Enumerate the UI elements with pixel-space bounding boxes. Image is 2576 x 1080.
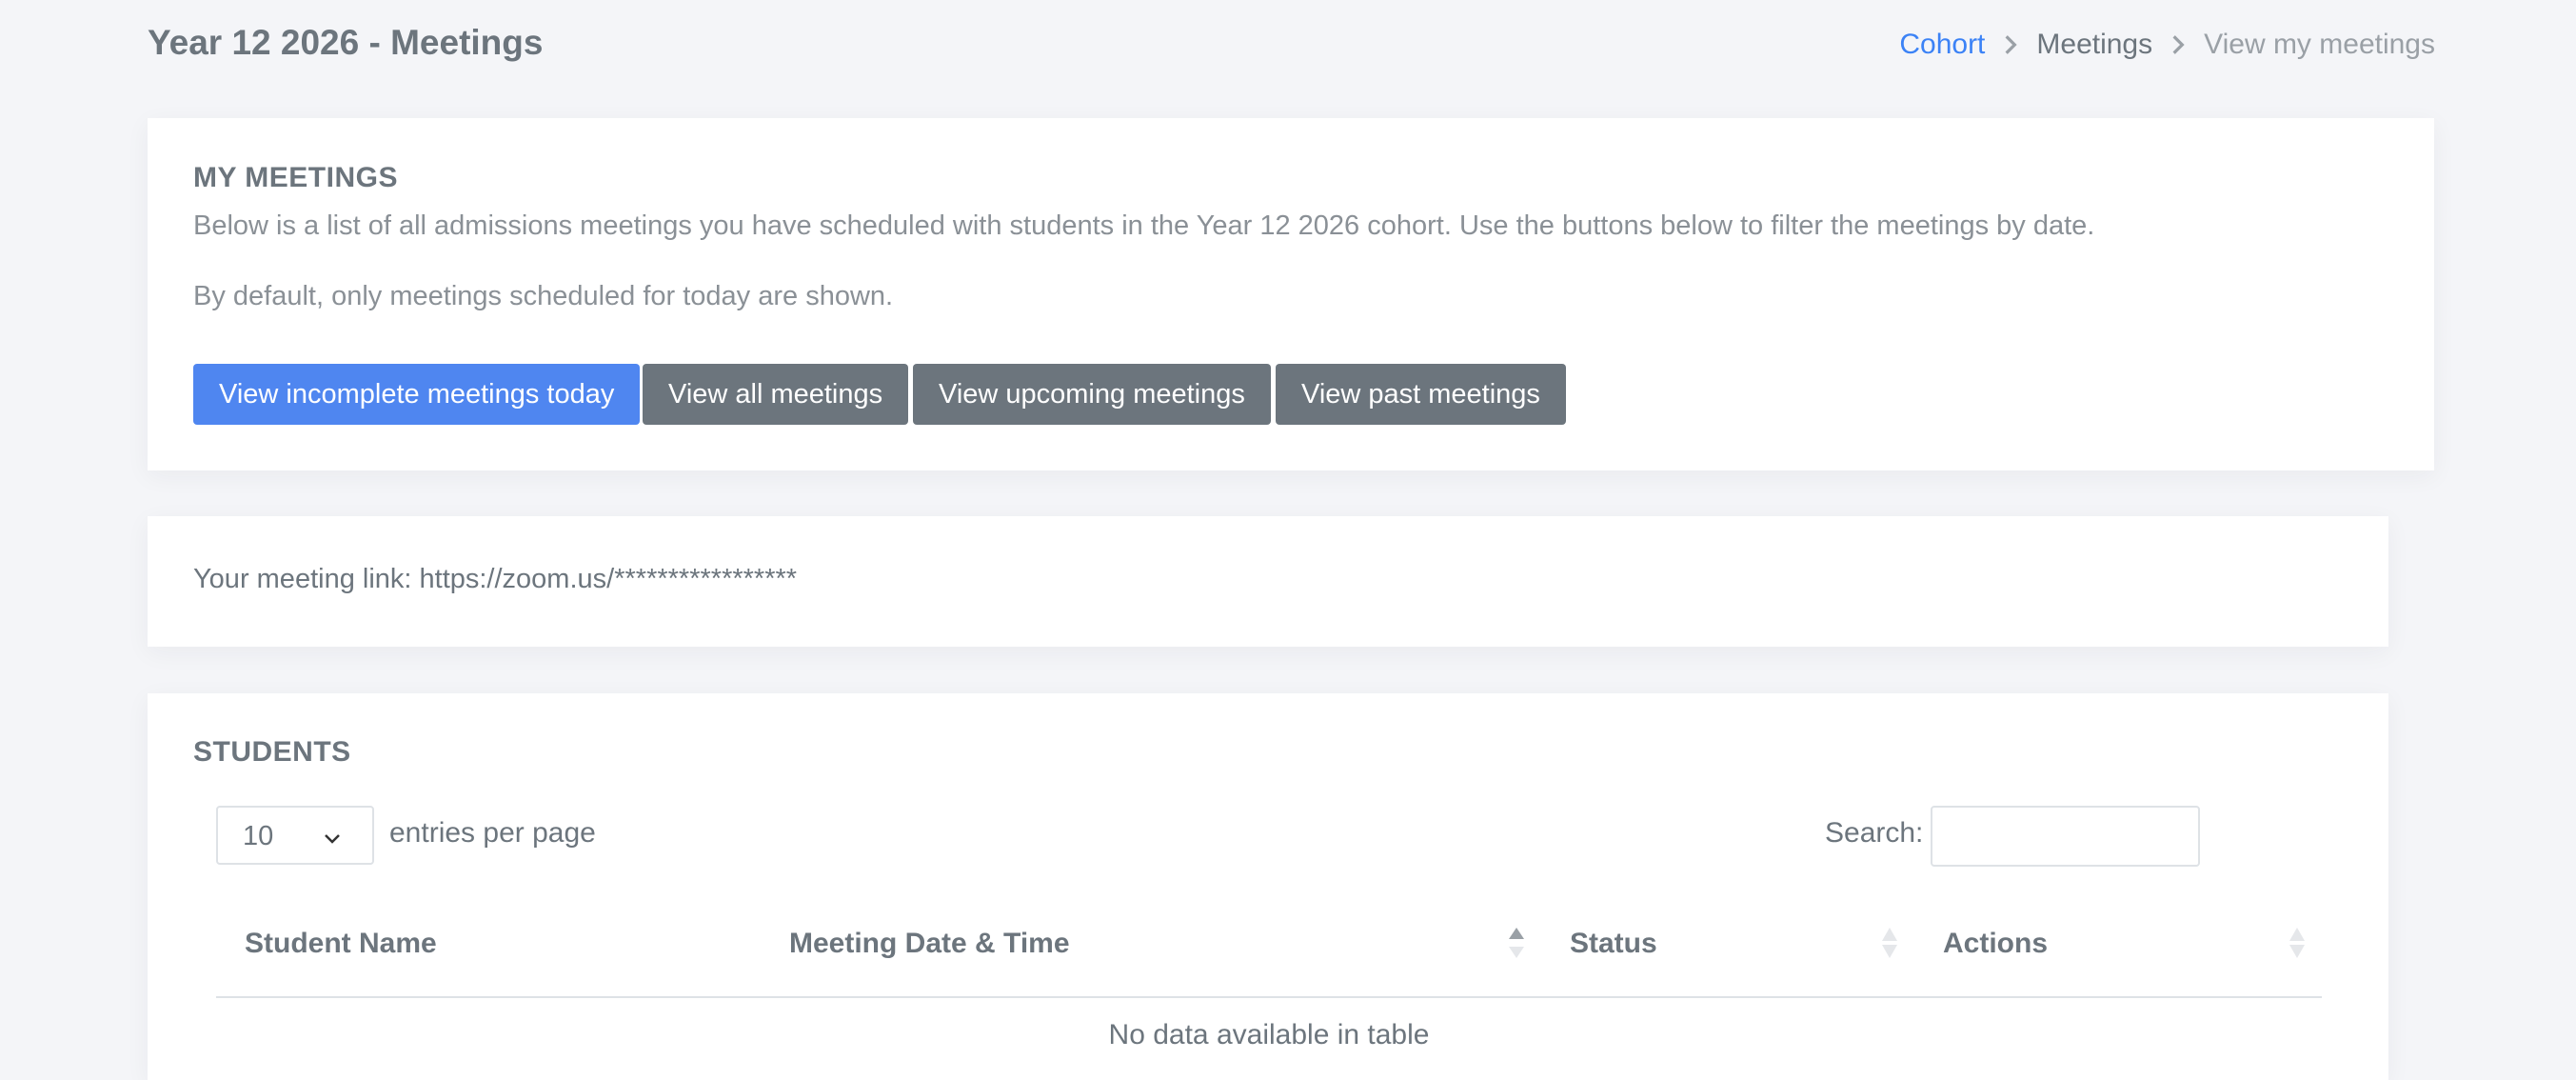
search-input[interactable] [1931, 806, 2200, 867]
students-heading: STUDENTS [193, 736, 351, 768]
column-header-actions[interactable]: Actions [1914, 891, 2322, 996]
chevron-right-icon [2172, 35, 2185, 54]
view-all-meetings-button[interactable]: View all meetings [643, 364, 909, 425]
column-header-label: Status [1570, 928, 1657, 959]
column-header-student-name[interactable]: Student Name [216, 891, 761, 996]
table-header-row: Student Name Meeting Date & Time Status … [216, 891, 2322, 998]
breadcrumb-meetings: Meetings [2036, 29, 2153, 60]
meeting-link-card: Your meeting link: https://zoom.us/*****… [148, 516, 2388, 647]
entries-per-page-select[interactable]: 10 [216, 806, 374, 865]
my-meetings-description: Below is a list of all admissions meetin… [193, 210, 2095, 241]
view-upcoming-meetings-button[interactable]: View upcoming meetings [913, 364, 1271, 425]
sort-asc-icon [1509, 928, 1524, 958]
breadcrumb: Cohort Meetings View my meetings [1899, 29, 2435, 61]
search-label: Search: [1825, 817, 1924, 849]
column-header-label: Meeting Date & Time [789, 928, 1070, 959]
column-header-status[interactable]: Status [1541, 891, 1914, 996]
view-incomplete-today-button[interactable]: View incomplete meetings today [193, 364, 641, 425]
view-past-meetings-button[interactable]: View past meetings [1276, 364, 1566, 425]
entries-per-page-value: 10 [243, 821, 274, 851]
chevron-right-icon [2005, 35, 2018, 54]
sort-both-icon [2289, 928, 2305, 958]
table-empty-message: No data available in table [1108, 1019, 1430, 1050]
breadcrumb-cohort-link[interactable]: Cohort [1899, 29, 1985, 61]
meeting-link-text: Your meeting link: https://zoom.us/*****… [193, 564, 798, 594]
chevron-down-icon [325, 834, 340, 844]
my-meetings-default-note: By default, only meetings scheduled for … [193, 281, 894, 311]
entries-per-page-label: entries per page [389, 817, 596, 849]
column-header-label: Actions [1943, 928, 2049, 959]
column-header-meeting-date-time[interactable]: Meeting Date & Time [761, 891, 1541, 996]
my-meetings-heading: MY MEETINGS [193, 162, 398, 193]
my-meetings-card: MY MEETINGS Below is a list of all admis… [148, 118, 2434, 470]
column-header-label: Student Name [245, 928, 437, 959]
page-title: Year 12 2026 - Meetings [148, 23, 544, 62]
students-card: STUDENTS 10 entries per page Search: Stu… [148, 693, 2388, 1080]
breadcrumb-current: View my meetings [2204, 29, 2435, 60]
sort-both-icon [1882, 928, 1897, 958]
